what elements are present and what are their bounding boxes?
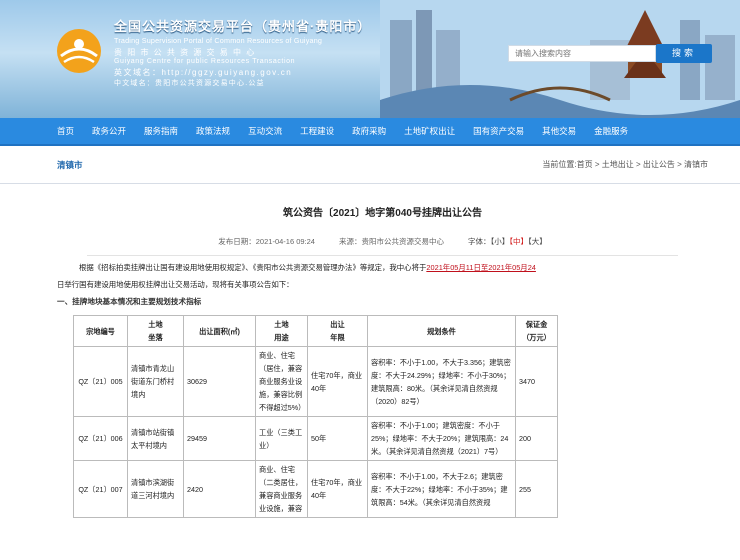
cell-location: 清镇市站街镇太平村境内 [127, 416, 184, 461]
font-medium-button[interactable]: 【中】 [509, 237, 528, 246]
center-name-en: Guiyang Centre for public Resources Tran… [114, 58, 296, 65]
header-term: 出让 年限 [307, 315, 368, 347]
cell-code: QZ〔21〕006 [73, 416, 128, 461]
nav-item-procurement[interactable]: 政府采购 [352, 125, 386, 137]
breadcrumb-bar: 清镇市 当前位置:首页 > 土地出让 > 出让公告 > 清镇市 [0, 146, 740, 184]
breadcrumb: 当前位置:首页 > 土地出让 > 出让公告 > 清镇市 [542, 160, 708, 169]
brand-block: 全国公共资源交易平台（贵州省·贵阳市） Trading Supervision … [114, 16, 444, 88]
cell-plan: 容积率：不小于1.00；建筑密度：不小于25%；绿地率：不大于20%；建筑限高：… [367, 416, 516, 461]
article-source: 来源：贵阳市公共资源交易中心 [338, 237, 444, 246]
section-heading: 一、挂牌地块基本情况和主要规划技术指标 [57, 297, 202, 306]
article: 筑公资告〔2021〕地字第040号挂牌出让公告 发布日期：2021-04-16 … [0, 204, 740, 518]
nav-item-finance[interactable]: 金融服务 [594, 125, 628, 137]
portal-title: 全国公共资源交易平台（贵州省·贵阳市） [114, 19, 372, 34]
portal-title-en: Trading Supervision Portal of Common Res… [114, 36, 323, 45]
table-row: QZ〔21〕006 清镇市站街镇太平村境内 29459 工业（三类工业） 50年… [73, 416, 558, 461]
font-small-button[interactable]: 【小】 [490, 237, 509, 246]
font-size-control: 字体：【小】【中】【大】 [468, 236, 547, 247]
nav-item-land-transfer[interactable]: 土地矿权出让 [404, 125, 455, 137]
cell-term: 住宅70年，商业40年 [307, 460, 368, 518]
nav-item-other-trade[interactable]: 其他交易 [542, 125, 576, 137]
article-title: 筑公资告〔2021〕地字第040号挂牌出让公告 [283, 208, 482, 219]
domain-cn: 中文域名：贵阳市公共资源交易中心.公益 [114, 80, 265, 87]
header-area: 出让面积(㎡) [183, 315, 256, 347]
cell-location: 清镇市青龙山街道东门桥村境内 [127, 346, 184, 417]
domain-en: 英文域名：http://ggzy.guiyang.gov.cn [114, 68, 293, 77]
intro-date: 2021年05月11日至2021年05月24 [426, 263, 536, 272]
nav-item-service-guide[interactable]: 服务指南 [144, 125, 178, 137]
main-nav: 首页 政务公开 服务指南 政策法规 互动交流 工程建设 政府采购 土地矿权出让 … [0, 118, 740, 146]
nav-item-gov-affairs[interactable]: 政务公开 [92, 125, 126, 137]
table-header-row: 宗地编号 土地 坐落 出让面积(㎡) 土地 用途 出让 年限 规划条件 保证金 （万元） [73, 315, 558, 347]
font-large-button[interactable]: 【大】 [528, 237, 547, 246]
search-button[interactable]: 搜索 [656, 44, 712, 63]
cell-plan: 容积率：不小于1.00，不大于3.356；建筑密度：不大于24.29%；绿地率：… [367, 346, 516, 417]
cell-area: 30629 [183, 346, 256, 417]
center-name: 贵 阳 市 公 共 资 源 交 易 中 心 [114, 48, 256, 57]
header-deposit: 保证金 （万元） [515, 315, 558, 347]
divider [87, 255, 678, 256]
header-code: 宗地编号 [73, 315, 128, 347]
header-banner: 全国公共资源交易平台（贵州省·贵阳市） Trading Supervision … [0, 0, 740, 118]
article-meta: 发布日期：2021-04-16 09:24 来源：贵阳市公共资源交易中心 字体：… [57, 236, 708, 247]
publish-date: 发布日期：2021-04-16 09:24 [218, 237, 315, 246]
cell-use: 商业、住宅（居住，兼容商业服务业设施，兼容比例不得超过5%） [255, 346, 308, 417]
site-logo-icon [57, 29, 101, 73]
cell-term: 住宅70年，商业40年 [307, 346, 368, 417]
cell-term: 50年 [307, 416, 368, 461]
nav-item-construction[interactable]: 工程建设 [300, 125, 334, 137]
nav-item-home[interactable]: 首页 [57, 125, 74, 137]
cell-code: QZ〔21〕007 [73, 460, 128, 518]
cell-deposit: 3470 [515, 346, 558, 417]
header-plan: 规划条件 [367, 315, 516, 347]
table-row: QZ〔21〕007 清镇市滨湖街道三河村境内 2420 商业、住宅（二类居住，兼… [73, 460, 558, 518]
nav-item-interaction[interactable]: 互动交流 [248, 125, 282, 137]
nav-item-state-assets[interactable]: 国有资产交易 [473, 125, 524, 137]
search-input[interactable] [508, 45, 656, 62]
cell-plan: 容积率：不小于1.00，不大于2.6；建筑密度：不大于22%；绿地率：不小于35… [367, 460, 516, 518]
table-row: QZ〔21〕005 清镇市青龙山街道东门桥村境内 30629 商业、住宅（居住，… [73, 346, 558, 417]
cell-deposit: 255 [515, 460, 558, 518]
section-title: 清镇市 [57, 159, 83, 170]
intro-paragraph: 根据《招标拍卖挂牌出让国有建设用地使用权规定》、《贵阳市公共资源交易管理办法》等… [57, 259, 708, 293]
cell-location: 清镇市滨湖街道三河村境内 [127, 460, 184, 518]
font-size-label: 字体： [467, 237, 491, 246]
intro-text-b: 日举行国有建设用地使用权挂牌出让交易活动，现将有关事项公告如下： [57, 280, 294, 289]
cell-area: 2420 [183, 460, 256, 518]
cell-area: 29459 [183, 416, 256, 461]
cell-deposit: 200 [515, 416, 558, 461]
header-use: 土地 用途 [255, 315, 308, 347]
cell-use: 商业、住宅（二类居住，兼容商业服务业设施，兼容 [255, 460, 308, 518]
cell-use: 工业（三类工业） [255, 416, 308, 461]
land-table: 宗地编号 土地 坐落 出让面积(㎡) 土地 用途 出让 年限 规划条件 保证金 （万元）… [73, 315, 558, 518]
cell-code: QZ〔21〕005 [73, 346, 128, 417]
intro-text-a: 根据《招标拍卖挂牌出让国有建设用地使用权规定》、《贵阳市公共资源交易管理办法》等… [79, 263, 427, 272]
nav-item-policies[interactable]: 政策法规 [196, 125, 230, 137]
header-location: 土地 坐落 [127, 315, 184, 347]
